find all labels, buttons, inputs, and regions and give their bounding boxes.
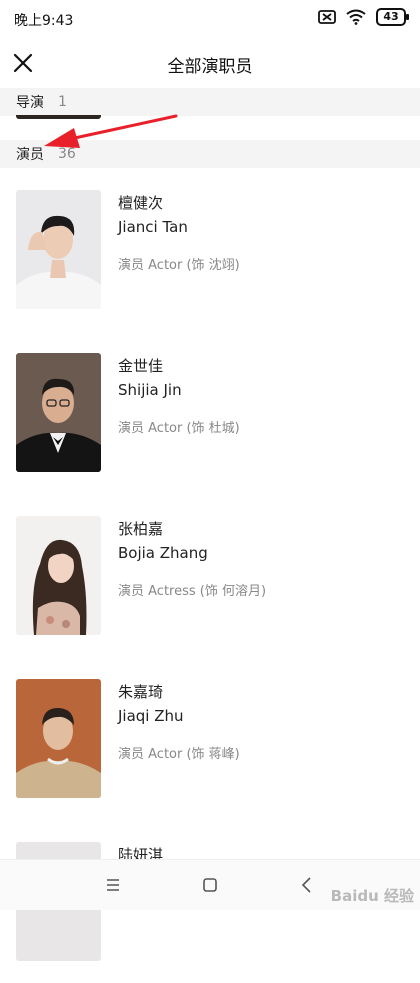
status-bar: 晚上9:43 43 — [0, 0, 420, 38]
data-off-icon — [318, 10, 336, 24]
cast-name-en: Jianci Tan — [118, 218, 188, 236]
wifi-icon — [346, 9, 366, 25]
list-item[interactable]: 张柏嘉 Bojia Zhang 演员 Actress (饰 何溶月) — [0, 494, 420, 657]
cast-name-zh: 张柏嘉 — [118, 520, 164, 538]
director-photo-partial[interactable] — [16, 115, 101, 119]
cast-role: 演员 Actor (饰 沈翊) — [118, 258, 240, 273]
section-title-director: 导演 — [16, 95, 44, 111]
page-title: 全部演职员 — [167, 57, 253, 77]
cast-name-zh: 金世佳 — [118, 357, 164, 375]
cast-name-en: Shijia Jin — [118, 381, 182, 399]
list-item[interactable]: 金世佳 Shijia Jin 演员 Actor (饰 杜城) — [0, 331, 420, 494]
avatar — [16, 353, 101, 472]
cast-role: 演员 Actress (饰 何溶月) — [118, 584, 267, 599]
header: 全部演职员 — [0, 38, 420, 88]
cast-name-en: Jiaqi Zhu — [118, 707, 184, 725]
avatar — [16, 190, 101, 309]
list-item[interactable]: 檀健次 Jianci Tan 演员 Actor (饰 沈翊) — [0, 168, 420, 331]
system-nav-bar: Baidu 经验 — [0, 859, 420, 910]
watermark: Baidu 经验 — [330, 887, 414, 905]
section-header-actors: 演员 36 — [0, 140, 420, 168]
back-icon[interactable] — [296, 874, 318, 896]
cast-name-zh: 朱嘉琦 — [118, 683, 164, 701]
list-item[interactable]: 朱嘉琦 Jiaqi Zhu 演员 Actor (饰 蒋峰) — [0, 657, 420, 820]
avatar — [16, 516, 101, 635]
cast-name-zh: 檀健次 — [118, 194, 164, 212]
section-count-director: 1 — [58, 94, 67, 110]
battery-indicator: 43 — [376, 8, 409, 26]
status-icons: 43 — [318, 8, 409, 26]
avatar — [16, 679, 101, 798]
cast-role: 演员 Actor (饰 蒋峰) — [118, 747, 240, 762]
section-header-director: 导演 1 — [0, 88, 420, 116]
section-count-actors: 36 — [58, 146, 76, 162]
cast-name-en: Bojia Zhang — [118, 544, 208, 562]
menu-icon[interactable] — [102, 874, 124, 896]
status-time: 晚上9:43 — [14, 13, 74, 29]
cast-role: 演员 Actor (饰 杜城) — [118, 421, 240, 436]
home-icon[interactable] — [199, 874, 221, 896]
section-title-actors: 演员 — [16, 147, 44, 163]
